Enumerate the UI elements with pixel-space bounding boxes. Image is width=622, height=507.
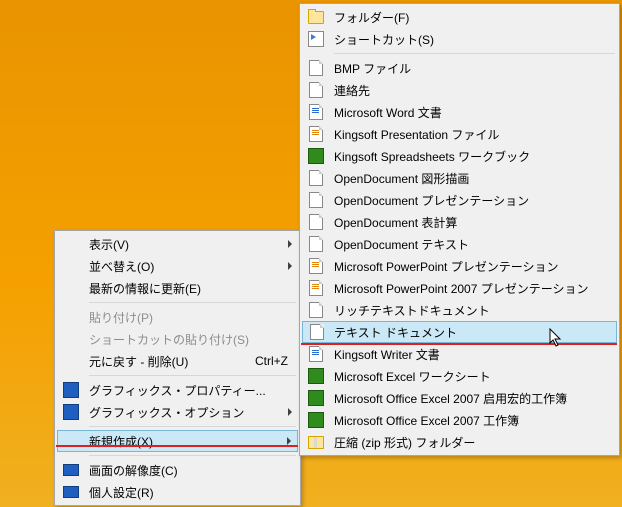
menu-item-label: Kingsoft Presentation ファイル <box>334 126 499 143</box>
menu-item[interactable]: 新規作成(X) <box>57 430 298 452</box>
menu-item[interactable]: グラフィックス・プロパティー... <box>57 379 298 401</box>
new-submenu: フォルダー(F) ショートカット(S) BMP ファイル連絡先 Microsoft W… <box>299 3 620 456</box>
menu-item[interactable]: Microsoft PowerPoint 2007 プレゼンテーション <box>302 277 617 299</box>
menu-item[interactable]: 画面の解像度(C) <box>57 459 298 481</box>
menu-item[interactable]: Microsoft Excel ワークシート <box>302 365 617 387</box>
menu-item-label: 個人設定(R) <box>89 484 154 501</box>
menu-item[interactable]: 最新の情報に更新(E) <box>57 277 298 299</box>
green-icon <box>308 412 324 428</box>
menu-item[interactable]: 並べ替え(O) <box>57 255 298 277</box>
menu-item[interactable]: 元に戻す - 削除(U) Ctrl+Z <box>57 350 298 372</box>
page-icon <box>308 192 324 208</box>
menu-item[interactable]: OpenDocument プレゼンテーション <box>302 189 617 211</box>
menu-item-label: 画面の解像度(C) <box>89 462 178 479</box>
page-blue-icon <box>308 346 324 362</box>
folder-icon <box>308 9 324 25</box>
annotation-line <box>301 343 617 345</box>
menu-item-label: ショートカットの貼り付け(S) <box>89 331 249 348</box>
menu-item[interactable]: OpenDocument 表計算 <box>302 211 617 233</box>
menu-item-label: Microsoft Office Excel 2007 工作簿 <box>334 412 519 429</box>
page-icon <box>308 214 324 230</box>
page-blue-icon <box>308 104 324 120</box>
menu-item[interactable]: 圧縮 (zip 形式) フォルダー <box>302 431 617 453</box>
menu-item[interactable]: 表示(V) <box>57 233 298 255</box>
menu-item-label: リッチテキストドキュメント <box>334 302 490 319</box>
menu-item[interactable]: 連絡先 <box>302 79 617 101</box>
monitor-icon <box>63 462 79 478</box>
menu-item[interactable]: Microsoft Office Excel 2007 工作簿 <box>302 409 617 431</box>
menu-item-label: 並べ替え(O) <box>89 258 154 275</box>
menu-item[interactable]: BMP ファイル <box>302 57 617 79</box>
blue-square-icon <box>63 404 79 420</box>
menu-item[interactable]: Kingsoft Spreadsheets ワークブック <box>302 145 617 167</box>
contact-icon <box>308 82 324 98</box>
menu-item[interactable]: リッチテキストドキュメント <box>302 299 617 321</box>
submenu-arrow-icon <box>288 240 292 248</box>
menu-item[interactable]: フォルダー(F) <box>302 6 617 28</box>
menu-item-label: 元に戻す - 削除(U) <box>89 353 188 370</box>
page-icon <box>308 236 324 252</box>
menu-item-label: Microsoft Office Excel 2007 启用宏的工作簿 <box>334 390 567 407</box>
menu-item[interactable]: テキスト ドキュメント <box>302 321 617 343</box>
monitor-icon <box>63 484 79 500</box>
menu-item-label: Microsoft PowerPoint プレゼンテーション <box>334 258 558 275</box>
menu-item-shortcut: Ctrl+Z <box>255 354 288 368</box>
menu-item-label: Microsoft Excel ワークシート <box>334 368 491 385</box>
menu-item-label: OpenDocument 図形描画 <box>334 170 469 187</box>
blue-square-icon <box>63 382 79 398</box>
page-orange-icon <box>308 258 324 274</box>
submenu-arrow-icon <box>287 437 291 445</box>
menu-separator <box>334 53 615 54</box>
menu-item-label: OpenDocument テキスト <box>334 236 469 253</box>
menu-item-label: BMP ファイル <box>334 60 411 77</box>
menu-item[interactable]: Microsoft PowerPoint プレゼンテーション <box>302 255 617 277</box>
menu-item-label: OpenDocument 表計算 <box>334 214 457 231</box>
zip-icon <box>308 434 324 450</box>
menu-item[interactable]: Kingsoft Presentation ファイル <box>302 123 617 145</box>
green-icon <box>308 390 324 406</box>
menu-item[interactable]: Microsoft Office Excel 2007 启用宏的工作簿 <box>302 387 617 409</box>
shortcut-icon <box>308 31 324 47</box>
page-red-icon <box>308 126 324 142</box>
menu-item[interactable]: OpenDocument テキスト <box>302 233 617 255</box>
menu-item-label: 貼り付け(P) <box>89 309 153 326</box>
menu-separator <box>89 455 296 456</box>
menu-item[interactable]: ショートカット(S) <box>302 28 617 50</box>
menu-item-label: グラフィックス・オプション <box>89 404 244 421</box>
menu-item[interactable]: 個人設定(R) <box>57 481 298 503</box>
menu-item: ショートカットの貼り付け(S) <box>57 328 298 350</box>
menu-item[interactable]: グラフィックス・オプション <box>57 401 298 423</box>
menu-item-label: Kingsoft Spreadsheets ワークブック <box>334 148 530 165</box>
menu-item-label: フォルダー(F) <box>334 9 409 26</box>
page-icon <box>308 60 324 76</box>
green-icon <box>308 368 324 384</box>
menu-item[interactable]: OpenDocument 図形描画 <box>302 167 617 189</box>
menu-separator <box>89 426 296 427</box>
menu-item-label: Microsoft PowerPoint 2007 プレゼンテーション <box>334 280 589 297</box>
menu-item: 貼り付け(P) <box>57 306 298 328</box>
menu-item-label: テキスト ドキュメント <box>334 324 457 341</box>
green-icon <box>308 148 324 164</box>
page-icon <box>309 324 325 340</box>
menu-item-label: ショートカット(S) <box>334 31 434 48</box>
menu-item-label: グラフィックス・プロパティー... <box>89 382 266 399</box>
menu-item-label: 最新の情報に更新(E) <box>89 280 201 297</box>
page-icon <box>308 170 324 186</box>
menu-separator <box>89 375 296 376</box>
menu-separator <box>89 302 296 303</box>
page-orange-icon <box>308 280 324 296</box>
menu-item-label: 圧縮 (zip 形式) フォルダー <box>334 434 475 451</box>
menu-item[interactable]: Microsoft Word 文書 <box>302 101 617 123</box>
menu-item-label: Kingsoft Writer 文書 <box>334 346 440 363</box>
menu-item-label: 連絡先 <box>334 82 370 99</box>
menu-item-label: Microsoft Word 文書 <box>334 104 442 121</box>
annotation-line <box>56 445 298 447</box>
menu-item-label: OpenDocument プレゼンテーション <box>334 192 529 209</box>
menu-item[interactable]: Kingsoft Writer 文書 <box>302 343 617 365</box>
menu-item-label: 表示(V) <box>89 236 129 253</box>
submenu-arrow-icon <box>288 408 292 416</box>
submenu-arrow-icon <box>288 262 292 270</box>
page-icon <box>308 302 324 318</box>
desktop-context-menu: 表示(V) 並べ替え(O) 最新の情報に更新(E) 貼り付け(P) ショートカットの貼り… <box>54 230 301 506</box>
